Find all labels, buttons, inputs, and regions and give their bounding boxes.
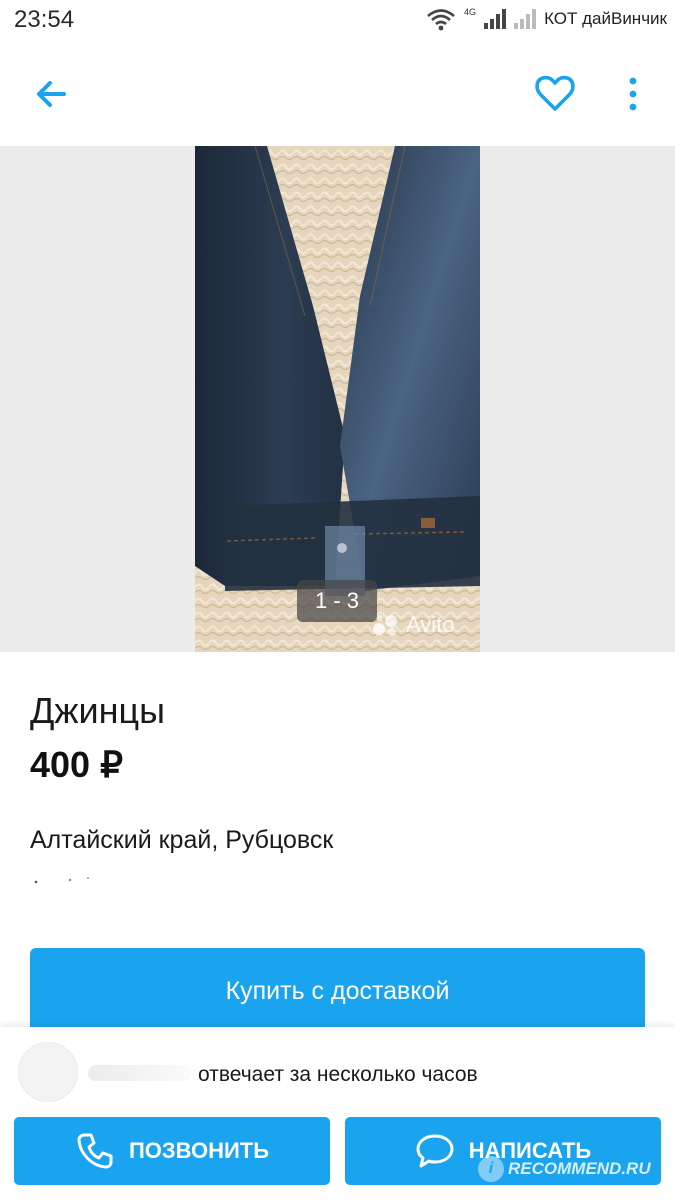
back-button[interactable] bbox=[30, 76, 74, 112]
signal-icon bbox=[484, 9, 507, 29]
recommend-watermark: i RECOMMEND.RU bbox=[478, 1156, 651, 1182]
recommend-badge-icon: i bbox=[478, 1156, 504, 1182]
watermark-text: Avito bbox=[406, 612, 455, 637]
network-type: 4G bbox=[464, 7, 477, 17]
call-button[interactable]: ПОЗВОНИТЬ bbox=[14, 1117, 330, 1185]
listing-photo[interactable] bbox=[195, 146, 480, 652]
listing-location[interactable]: Алтайский край, Рубцовск bbox=[30, 826, 333, 855]
listing-title: Джинцы bbox=[30, 690, 165, 731]
recommend-text: RECOMMEND.RU bbox=[508, 1159, 651, 1178]
status-icons: 4G КОТ дайВинчик bbox=[426, 4, 667, 34]
heart-outline-icon bbox=[535, 75, 575, 111]
blurred-address bbox=[30, 870, 110, 890]
avito-logo-icon bbox=[373, 615, 397, 636]
photo-counter: 1 - 3 bbox=[297, 580, 377, 622]
more-options-button[interactable] bbox=[618, 74, 648, 114]
call-label: ПОЗВОНИТЬ bbox=[128, 1138, 270, 1163]
phone-icon bbox=[77, 1133, 113, 1169]
chat-bubble-icon bbox=[416, 1134, 454, 1168]
seller-name-blurred bbox=[88, 1065, 192, 1081]
arrow-left-icon bbox=[37, 81, 66, 107]
jeans-photo-image bbox=[195, 146, 480, 652]
signal-2-icon bbox=[514, 9, 537, 29]
listing-price: 400 ₽ bbox=[30, 744, 123, 785]
buy-with-delivery-button[interactable]: Купить с доставкой bbox=[30, 948, 645, 1034]
seller-avatar[interactable] bbox=[18, 1042, 78, 1102]
wifi-icon bbox=[427, 9, 455, 31]
favorite-button[interactable] bbox=[533, 72, 577, 114]
status-bar: 23:54 4G КОТ дайВинчик bbox=[0, 0, 675, 44]
avito-watermark: Avito bbox=[372, 612, 455, 638]
clock: 23:54 bbox=[14, 6, 75, 33]
carrier-name: КОТ дайВинчик bbox=[544, 9, 667, 28]
app-header bbox=[0, 44, 675, 146]
more-vertical-icon bbox=[629, 77, 637, 111]
photo-gallery[interactable]: 1 - 3 Avito bbox=[0, 146, 675, 652]
seller-response-time: отвечает за несколько часов bbox=[198, 1063, 478, 1086]
